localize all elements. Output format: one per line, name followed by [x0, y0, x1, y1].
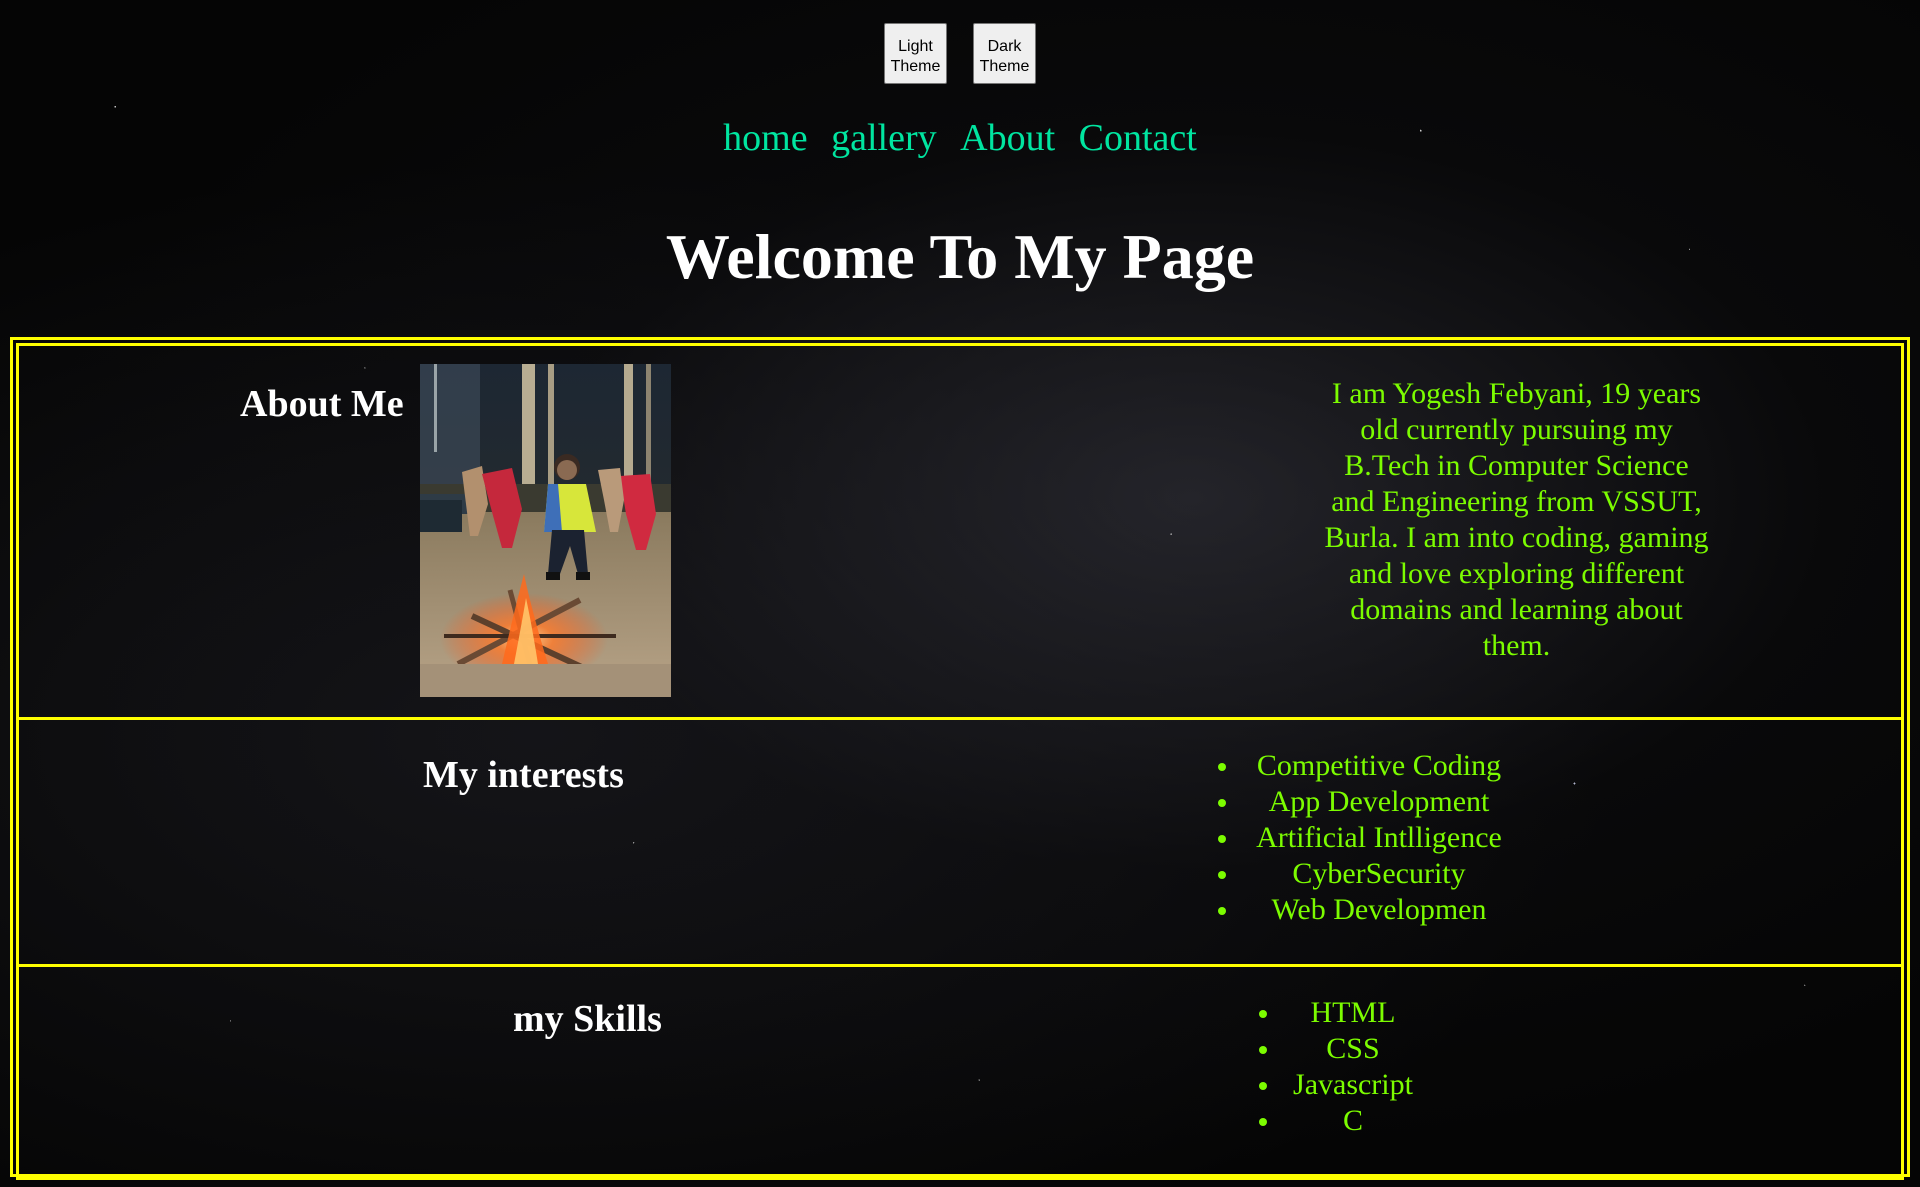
content-table: About Me I am Yogesh Febyani, 19 years o…	[10, 337, 1910, 1180]
theme-switcher: Light Theme Dark Theme	[0, 23, 1920, 84]
interest-item: Competitive Coding	[1218, 748, 1539, 784]
dark-theme-button[interactable]: Dark Theme	[973, 23, 1036, 84]
interests-section: My interests Competitive Coding App Deve…	[16, 717, 1904, 967]
skill-item: Javascript	[1259, 1067, 1447, 1103]
page-title: Welcome To My Page	[665, 221, 1255, 292]
interest-item: Artificial Intlligence	[1218, 820, 1539, 856]
skill-item: HTML	[1259, 995, 1447, 1031]
about-description: I am Yogesh Febyani, 19 years old curren…	[1324, 377, 1709, 662]
skills-heading: my Skills	[513, 998, 662, 1040]
light-theme-button[interactable]: Light Theme	[884, 23, 947, 84]
profile-photo	[420, 364, 671, 697]
interests-heading: My interests	[423, 754, 624, 796]
nav-link-about[interactable]: About	[960, 117, 1055, 159]
skills-section: my Skills HTML CSS Javascript C	[16, 964, 1904, 1180]
nav-link-contact[interactable]: Contact	[1079, 117, 1197, 159]
interest-item: CyberSecurity	[1218, 856, 1539, 892]
skills-list: HTML CSS Javascript C	[1259, 995, 1447, 1139]
skill-item: CSS	[1259, 1031, 1447, 1067]
about-section: About Me I am Yogesh Febyani, 19 years o…	[16, 343, 1904, 720]
about-heading: About Me	[240, 383, 404, 425]
interests-list: Competitive Coding App Development Artif…	[1218, 748, 1539, 928]
campfire-photo-image	[420, 364, 671, 697]
interest-item: Web Developmen	[1218, 892, 1539, 928]
nav-link-home[interactable]: home	[723, 117, 807, 159]
skill-item: C	[1259, 1103, 1447, 1139]
nav-link-gallery[interactable]: gallery	[831, 117, 937, 159]
interest-item: App Development	[1218, 784, 1539, 820]
main-nav: home gallery About Contact	[0, 112, 1920, 164]
